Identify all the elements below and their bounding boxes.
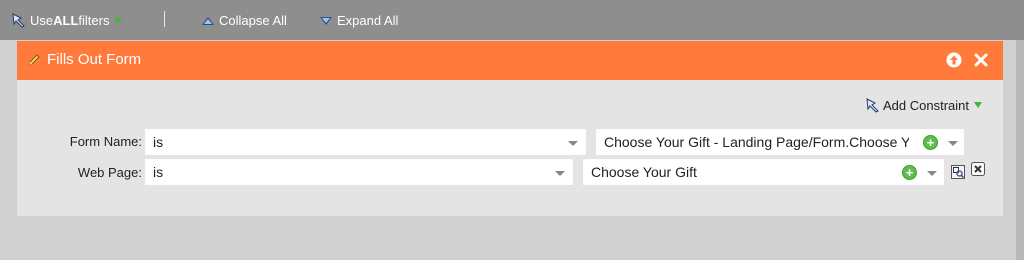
expand-icon: [320, 16, 332, 25]
remove-box-icon[interactable]: [971, 162, 985, 176]
collapse-all-label: Collapse All: [219, 13, 287, 28]
plus-circle-icon[interactable]: +: [923, 135, 938, 150]
use-all-filters-dropdown[interactable]: Use ALL filters: [12, 12, 123, 29]
expand-all-button[interactable]: Expand All: [320, 12, 398, 29]
use-filters-bold: ALL: [53, 13, 79, 28]
form-name-value: Choose Your Gift - Landing Page/Form.Cho…: [604, 134, 909, 150]
filter-toolbar: Use ALL filters Collapse All Expand All: [0, 0, 1024, 40]
collapse-icon: [202, 16, 214, 25]
close-icon[interactable]: [973, 52, 989, 68]
scroll-gutter: [1016, 40, 1024, 260]
filter-icon: [12, 13, 25, 28]
add-constraint-button[interactable]: Add Constraint: [866, 97, 982, 113]
collapse-all-button[interactable]: Collapse All: [202, 12, 287, 29]
dropdown-arrow-icon: [114, 17, 123, 24]
web-page-label: Web Page:: [77, 165, 142, 180]
form-name-label: Form Name:: [69, 134, 142, 149]
web-page-value-select[interactable]: Choose Your Gift +: [583, 159, 944, 185]
filter-icon: [866, 97, 879, 113]
filter-panel: Fills Out Form Add Constraint Form Name:…: [17, 41, 1003, 216]
web-page-value: Choose Your Gift: [591, 164, 697, 180]
expand-all-label: Expand All: [337, 13, 399, 28]
chevron-down-icon: [927, 171, 937, 176]
page-picker-icon[interactable]: [951, 165, 965, 179]
panel-header: Fills Out Form: [17, 41, 1003, 80]
dropdown-arrow-icon: [974, 102, 982, 108]
use-filters-prefix: Use: [30, 13, 54, 28]
chevron-down-icon: [568, 141, 578, 146]
chevron-down-icon: [555, 171, 565, 176]
form-name-operator-select[interactable]: is: [145, 129, 586, 155]
toolbar-separator: [164, 11, 165, 27]
form-name-operator-value: is: [153, 134, 164, 150]
web-page-operator-select[interactable]: is: [145, 159, 573, 185]
form-name-value-select[interactable]: Choose Your Gift - Landing Page/Form.Cho…: [596, 129, 964, 155]
arrow-up-circle-icon[interactable]: [946, 52, 962, 68]
plus-circle-icon[interactable]: +: [902, 165, 917, 180]
add-constraint-label: Add Constraint: [883, 97, 969, 113]
web-page-operator-value: is: [153, 164, 164, 180]
use-filters-suffix: filters: [78, 13, 110, 28]
panel-title: Fills Out Form: [47, 51, 142, 68]
pencil-icon: [28, 54, 40, 66]
chevron-down-icon: [948, 141, 958, 146]
